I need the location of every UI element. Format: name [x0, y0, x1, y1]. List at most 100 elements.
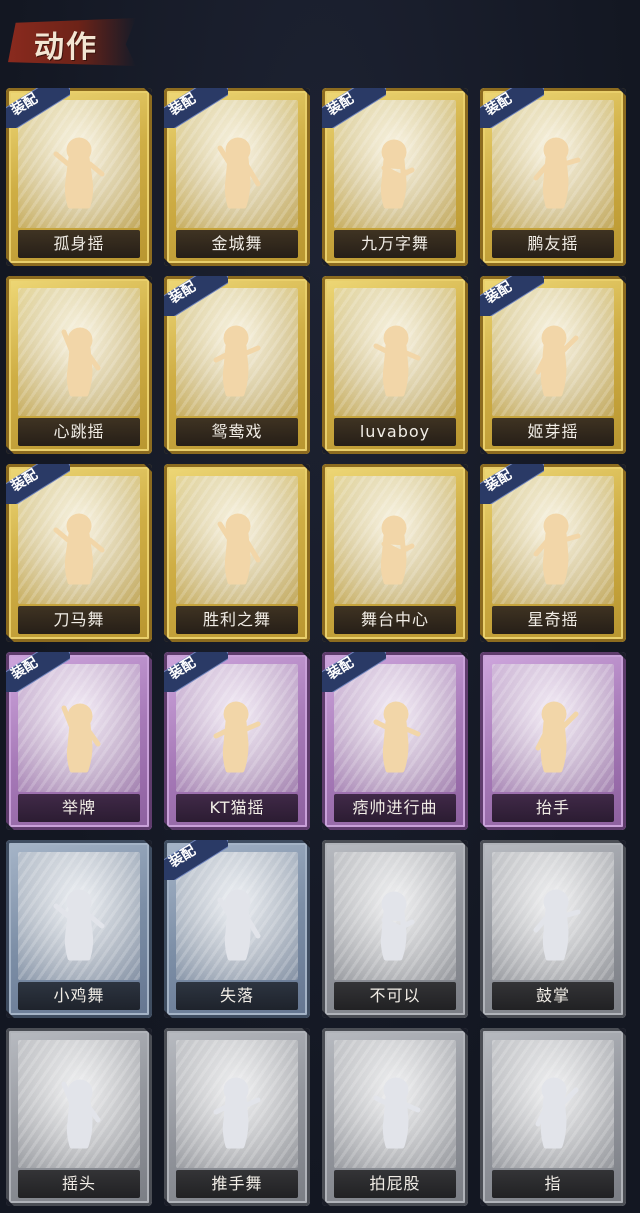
emote-figure-icon: [202, 318, 272, 402]
emote-name: 不可以: [369, 986, 421, 1005]
card-label-bar: luvaboy: [334, 418, 456, 446]
equipped-badge: 装配: [6, 464, 70, 504]
emote-name: 小鸡舞: [53, 986, 105, 1005]
emote-figure-icon: [518, 1070, 588, 1154]
card-label-bar: 指: [492, 1170, 614, 1198]
emote-name: luvaboy: [359, 422, 431, 441]
emote-name: 金城舞: [211, 234, 263, 253]
card-label-bar: 小鸡舞: [18, 982, 140, 1010]
emote-card[interactable]: luvaboy: [322, 276, 468, 454]
emote-card[interactable]: 鼓掌: [480, 840, 626, 1018]
emote-card[interactable]: 星奇摇 装配: [480, 464, 626, 642]
emote-name: 失落: [219, 986, 254, 1005]
emote-card[interactable]: 九万字舞 装配: [322, 88, 468, 266]
emote-figure-icon: [360, 318, 430, 402]
emote-card[interactable]: 抬手: [480, 652, 626, 830]
emote-card[interactable]: 心跳摇: [6, 276, 152, 454]
emote-name: 举牌: [61, 798, 96, 817]
card-label-bar: 拍屁股: [334, 1170, 456, 1198]
emote-card[interactable]: 孤身摇 装配: [6, 88, 152, 266]
emote-card[interactable]: 小鸡舞: [6, 840, 152, 1018]
emote-card[interactable]: 金城舞 装配: [164, 88, 310, 266]
emote-card[interactable]: 舞台中心: [322, 464, 468, 642]
emote-card[interactable]: 鸳鸯戏 装配: [164, 276, 310, 454]
emote-figure-icon: [202, 1070, 272, 1154]
emote-figure-icon: [518, 130, 588, 214]
card-label-bar: 抬手: [492, 794, 614, 822]
emote-name: 姬芽摇: [527, 422, 579, 441]
card-label-bar: 失落: [176, 982, 298, 1010]
emote-name: 胜利之舞: [202, 610, 271, 629]
page-title: 动作: [34, 30, 98, 65]
emote-card[interactable]: 胜利之舞: [164, 464, 310, 642]
emote-name: 鹏友摇: [527, 234, 579, 253]
card-label-bar: 孤身摇: [18, 230, 140, 258]
emote-figure-icon: [202, 130, 272, 214]
emote-figure-icon: [360, 506, 430, 590]
emote-grid: 孤身摇 装配 金城舞 装配 九万字舞 装配 鹏友摇 装配 心跳摇 鸳鸯戏 装配 luvaboy 姬芽摇装…: [6, 88, 634, 1208]
card-label-bar: 姬芽摇: [492, 418, 614, 446]
emote-card[interactable]: 姬芽摇 装配: [480, 276, 626, 454]
emote-name: 指: [544, 1174, 562, 1193]
card-label-bar: 心跳摇: [18, 418, 140, 446]
card-label-bar: 鹏友摇: [492, 230, 614, 258]
emote-figure-icon: [44, 1070, 114, 1154]
emote-card[interactable]: 不可以: [322, 840, 468, 1018]
card-label-bar: 胜利之舞: [176, 606, 298, 634]
emote-name: 孤身摇: [53, 234, 105, 253]
equipped-badge: 装配: [164, 652, 228, 692]
emote-figure-icon: [360, 130, 430, 214]
card-label-bar: 摇头: [18, 1170, 140, 1198]
equipped-badge: 装配: [322, 88, 386, 128]
emote-card[interactable]: 举牌 装配: [6, 652, 152, 830]
emote-figure-icon: [360, 694, 430, 778]
emote-figure-icon: [518, 694, 588, 778]
card-label-bar: 星奇摇: [492, 606, 614, 634]
card-label-bar: 痞帅进行曲: [334, 794, 456, 822]
equipped-badge: 装配: [6, 652, 70, 692]
emote-card[interactable]: KT猫摇 装配: [164, 652, 310, 830]
card-label-bar: 鸳鸯戏: [176, 418, 298, 446]
emote-figure-icon: [518, 506, 588, 590]
emote-name: 舞台中心: [360, 610, 429, 629]
emote-name: 痞帅进行曲: [352, 798, 438, 817]
card-label-bar: 金城舞: [176, 230, 298, 258]
emote-name: 推手舞: [211, 1174, 263, 1193]
emote-figure-icon: [44, 318, 114, 402]
emote-name: 鸳鸯戏: [211, 422, 263, 441]
equipped-badge: 装配: [164, 88, 228, 128]
section-header: 动作: [8, 10, 136, 72]
emote-card[interactable]: 拍屁股: [322, 1028, 468, 1206]
emote-card[interactable]: 痞帅进行曲 装配: [322, 652, 468, 830]
emote-figure-icon: [44, 506, 114, 590]
equipped-badge: 装配: [480, 464, 544, 504]
equipped-badge: 装配: [480, 88, 544, 128]
emote-name: KT猫摇: [209, 798, 265, 817]
emote-figure-icon: [202, 694, 272, 778]
emote-card[interactable]: 摇头: [6, 1028, 152, 1206]
emote-card[interactable]: 刀马舞 装配: [6, 464, 152, 642]
emote-name: 拍屁股: [369, 1174, 421, 1193]
emote-figure-icon: [518, 882, 588, 966]
equipped-badge: 装配: [164, 840, 228, 880]
card-label-bar: 推手舞: [176, 1170, 298, 1198]
card-label-bar: 刀马舞: [18, 606, 140, 634]
card-label-bar: 举牌: [18, 794, 140, 822]
emote-name: 抬手: [535, 798, 570, 817]
emote-card[interactable]: 鹏友摇 装配: [480, 88, 626, 266]
emote-card[interactable]: 推手舞: [164, 1028, 310, 1206]
emote-name: 星奇摇: [527, 610, 579, 629]
card-label-bar: KT猫摇: [176, 794, 298, 822]
emote-figure-icon: [360, 882, 430, 966]
emote-name: 刀马舞: [53, 610, 105, 629]
equipped-badge: 装配: [480, 276, 544, 316]
card-label-bar: 鼓掌: [492, 982, 614, 1010]
card-label-bar: 舞台中心: [334, 606, 456, 634]
emote-card[interactable]: 失落 装配: [164, 840, 310, 1018]
equipped-badge: 装配: [6, 88, 70, 128]
emote-name: 九万字舞: [360, 234, 429, 253]
emote-name: 心跳摇: [53, 422, 105, 441]
emote-name: 摇头: [61, 1174, 96, 1193]
emote-figure-icon: [44, 694, 114, 778]
emote-card[interactable]: 指: [480, 1028, 626, 1206]
